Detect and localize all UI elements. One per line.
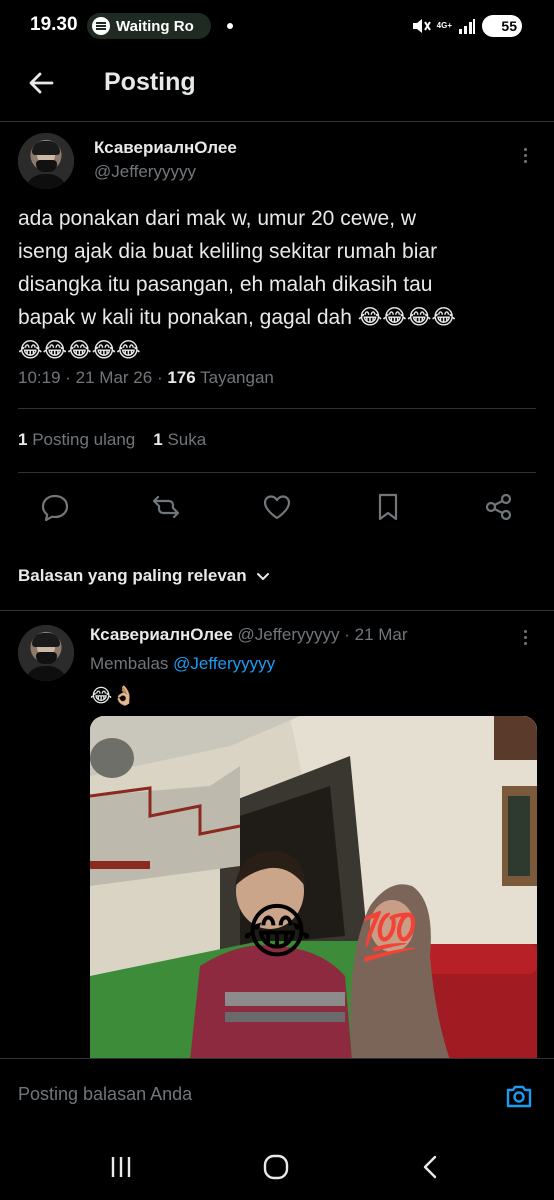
reply-author-name[interactable]: КсавериалнОлее [90, 625, 233, 644]
reply-photo[interactable]: 😂 💯 [90, 716, 537, 1060]
reply-text: 😂👌🏼 [90, 686, 136, 707]
divider [18, 408, 536, 409]
tweet-text-line: disangka itu pasangan, eh malah dikasih … [18, 273, 433, 296]
photo-sticker: 💯 [361, 910, 418, 963]
likes-stat[interactable]: 1 Suka [153, 430, 206, 450]
view-count: 176 [167, 368, 196, 387]
divider [0, 610, 554, 611]
tweet-text: ada ponakan dari mak w, umur 20 cewe, w … [18, 202, 538, 367]
photo-sticker: 😂 [242, 898, 312, 965]
mute-icon [412, 19, 431, 33]
signal-icon [459, 19, 475, 34]
reply-icon[interactable] [38, 490, 72, 524]
reply-sort-dropdown[interactable]: Balasan yang paling relevan [18, 566, 271, 586]
tweet-text-line: ada ponakan dari mak w, umur 20 cewe, w [18, 207, 417, 230]
share-icon[interactable] [482, 490, 516, 524]
reply-date: 21 Mar [354, 625, 408, 644]
repost-icon[interactable] [149, 490, 183, 524]
likes-count: 1 [153, 430, 163, 449]
arrow-left-icon[interactable] [26, 68, 56, 98]
more-options-icon[interactable] [515, 625, 535, 649]
tweet-meta: 10:19 · 21 Mar 26 · 176 Tayangan [18, 368, 274, 387]
more-options-icon[interactable] [515, 143, 535, 167]
reply-composer: Posting balasan Anda [0, 1058, 554, 1134]
tweet-stats: 1 Posting ulang 1 Suka [18, 430, 206, 450]
tweet-time: 10:19 [18, 368, 61, 387]
reply-author-handle[interactable]: @Jefferyyyyy [238, 625, 340, 644]
media-pill-label: Waiting Ro [116, 17, 194, 35]
home-icon[interactable] [261, 1154, 291, 1180]
author-name[interactable]: КсавериалнОлее [94, 138, 237, 158]
network-label: 4G+ [436, 21, 452, 30]
divider [18, 472, 536, 473]
view-label: Tayangan [200, 368, 274, 387]
battery-icon: 55 [482, 15, 522, 37]
battery-level: 55 [501, 18, 517, 34]
reply-header: КсавериалнОлее @Jefferyyyyy · 21 Mar [90, 625, 408, 644]
status-bar: 19.30 Waiting Ro 4G+ 55 [0, 0, 554, 54]
back-icon[interactable] [416, 1154, 446, 1180]
bookmark-icon[interactable] [371, 490, 405, 524]
chevron-down-icon [256, 573, 269, 580]
notification-dot [227, 23, 233, 29]
tweet-date: 21 Mar 26 [75, 368, 153, 387]
like-icon[interactable] [260, 490, 294, 524]
spotify-icon [92, 17, 110, 35]
reposts-count: 1 [18, 430, 28, 449]
status-time: 19.30 [30, 14, 78, 35]
system-nav-bar [0, 1134, 554, 1200]
replying-to-link[interactable]: @Jefferyyyyy [173, 654, 275, 673]
avatar[interactable] [18, 625, 74, 681]
reply-input[interactable]: Posting balasan Anda [18, 1084, 192, 1105]
reply-sort-label: Balasan yang paling relevan [18, 566, 247, 585]
likes-label: Suka [167, 430, 207, 449]
author-handle[interactable]: @Jefferyyyyy [94, 162, 196, 182]
post-header: Posting [0, 56, 554, 122]
page-title: Posting [104, 68, 196, 96]
status-icons: 4G+ 55 [411, 15, 522, 37]
replying-to: Membalas @Jefferyyyyy [90, 654, 275, 674]
tweet-text-line: 😂😂😂😂😂 [18, 339, 141, 362]
reposts-stat[interactable]: 1 Posting ulang [18, 430, 135, 450]
action-bar [0, 490, 554, 526]
replying-to-prefix: Membalas [90, 654, 169, 673]
tweet-text-line: iseng ajak dia buat keliling sekitar rum… [18, 240, 438, 263]
tweet-text-line: bapak w kali itu ponakan, gagal dah 😂😂😂😂 [18, 306, 456, 329]
photo-scene: 😂 💯 [90, 716, 537, 1060]
avatar[interactable] [18, 133, 74, 189]
camera-icon[interactable] [504, 1081, 534, 1111]
media-pill[interactable]: Waiting Ro [87, 13, 211, 39]
recents-icon[interactable] [106, 1154, 136, 1180]
reposts-label: Posting ulang [32, 430, 136, 449]
